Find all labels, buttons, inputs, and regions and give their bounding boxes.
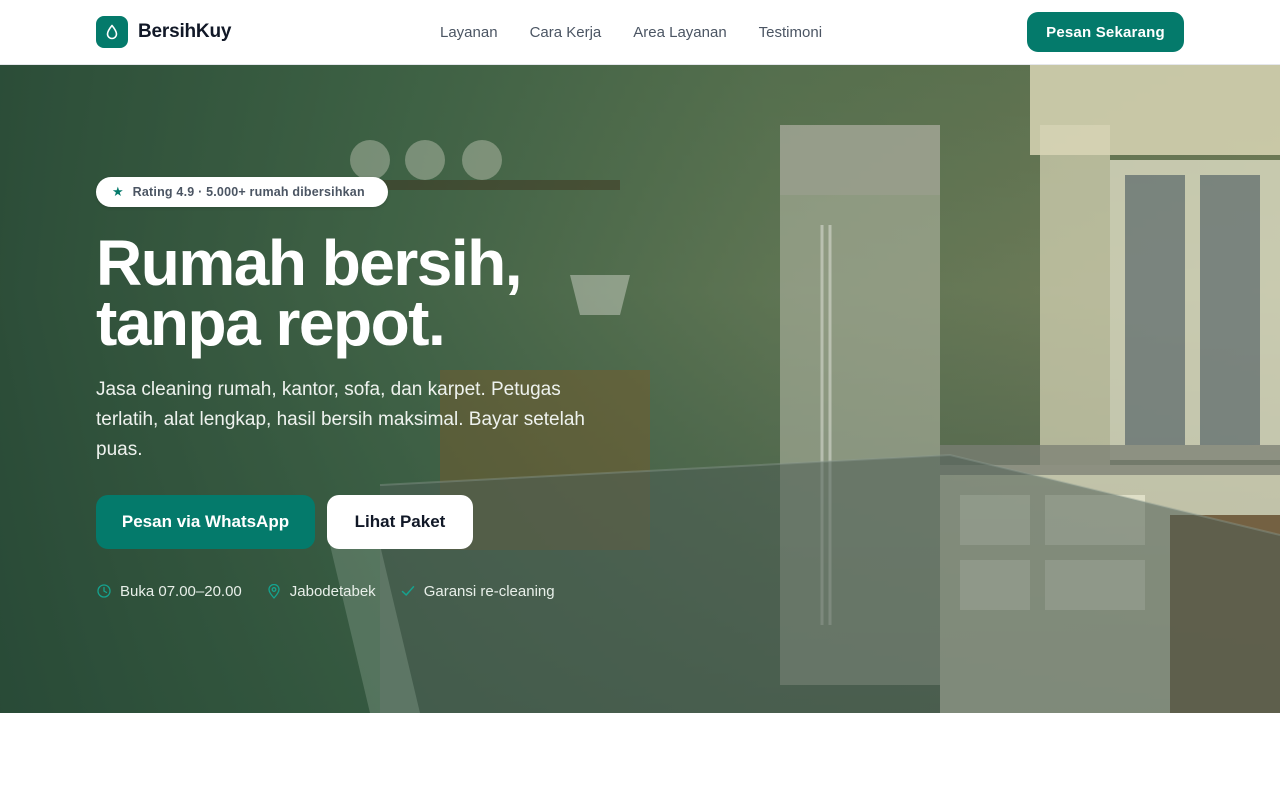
nav-item-cara-kerja[interactable]: Cara Kerja bbox=[530, 24, 602, 41]
hero-title: Rumah bersih, tanpa repot. bbox=[96, 227, 696, 359]
hero-title-line-2: tanpa repot. bbox=[96, 287, 446, 359]
main-nav: Layanan Cara Kerja Area Layanan Testimon… bbox=[424, 22, 838, 42]
clock-icon bbox=[96, 583, 112, 599]
order-now-button[interactable]: Pesan Sekarang bbox=[1027, 12, 1184, 52]
whatsapp-order-button[interactable]: Pesan via WhatsApp bbox=[96, 495, 315, 549]
feature-item-area: Jabodetabek bbox=[266, 583, 376, 600]
nav-item-testimoni[interactable]: Testimoni bbox=[759, 24, 822, 41]
feature-list: Buka 07.00–20.00 Jabodetabek Garansi re-… bbox=[96, 581, 579, 601]
nav-item-area-layanan[interactable]: Area Layanan bbox=[633, 24, 726, 41]
view-packages-button[interactable]: Lihat Paket bbox=[327, 495, 473, 549]
brand-name: BersihKuy bbox=[138, 21, 232, 42]
hero-description: Jasa cleaning rumah, kantor, sofa, dan k… bbox=[96, 379, 585, 460]
hero-section: ★ Rating 4.9 · 5.000+ rumah dibersihkan … bbox=[0, 65, 1280, 713]
feature-label-guarantee: Garansi re-cleaning bbox=[423, 582, 555, 600]
star-icon: ★ bbox=[112, 184, 124, 199]
rating-badge: ★ Rating 4.9 · 5.000+ rumah dibersihkan bbox=[96, 177, 388, 207]
check-icon bbox=[400, 583, 416, 599]
site-header: BersihKuy Layanan Cara Kerja Area Layana… bbox=[0, 0, 1280, 65]
brand-logo[interactable]: BersihKuy bbox=[96, 16, 231, 48]
rating-badge-text: Rating 4.9 · 5.000+ rumah dibersihkan bbox=[132, 185, 365, 199]
map-pin-icon bbox=[266, 583, 282, 599]
feature-label-area: Jabodetabek bbox=[289, 582, 376, 600]
droplet-icon bbox=[96, 16, 128, 48]
feature-item-hours: Buka 07.00–20.00 bbox=[96, 583, 242, 600]
nav-item-layanan[interactable]: Layanan bbox=[440, 24, 498, 41]
hero-title-line-1: Rumah bersih, bbox=[96, 227, 523, 299]
feature-label-hours: Buka 07.00–20.00 bbox=[120, 582, 242, 600]
feature-item-guarantee: Garansi re-cleaning bbox=[400, 583, 555, 600]
